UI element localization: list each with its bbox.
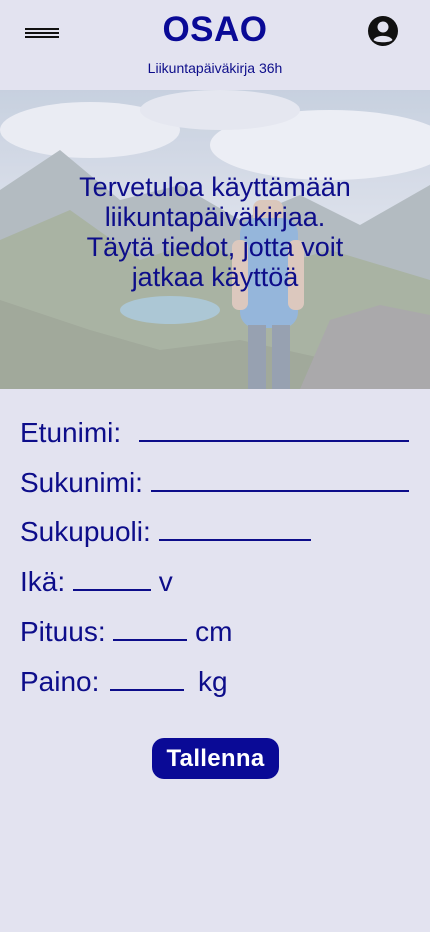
welcome-line: jatkaa käyttöä bbox=[131, 262, 299, 292]
welcome-message: Tervetuloa käyttämään liikuntapäiväkirja… bbox=[0, 172, 430, 292]
height-row: Pituus: cm bbox=[20, 616, 233, 648]
profile-form: Etunimi: Sukunimi: Sukupuoli: Ikä: v Pit… bbox=[0, 389, 430, 932]
hero-banner: Tervetuloa käyttämään liikuntapäiväkirja… bbox=[0, 90, 430, 389]
weight-row: Paino: kg bbox=[20, 666, 228, 698]
age-label: Ikä: bbox=[20, 566, 66, 597]
first-name-row: Etunimi: bbox=[20, 417, 409, 449]
app-header: OSAO Liikuntapäiväkirja 36h bbox=[0, 0, 430, 90]
save-button[interactable]: Tallenna bbox=[152, 738, 279, 779]
first-name-label: Etunimi: bbox=[20, 417, 122, 448]
gender-field[interactable] bbox=[158, 517, 311, 541]
welcome-line: Täytä tiedot, jotta voit bbox=[86, 232, 344, 262]
welcome-line: Tervetuloa käyttämään bbox=[79, 172, 351, 202]
account-circle-icon[interactable] bbox=[367, 15, 399, 47]
last-name-label: Sukunimi: bbox=[20, 467, 143, 498]
first-name-field[interactable] bbox=[138, 418, 409, 442]
gender-label: Sukupuoli: bbox=[20, 516, 151, 547]
last-name-row: Sukunimi: bbox=[20, 467, 409, 499]
last-name-field[interactable] bbox=[150, 468, 409, 492]
height-label: Pituus: bbox=[20, 616, 106, 647]
app-title: OSAO bbox=[162, 10, 268, 49]
welcome-line: liikuntapäiväkirjaa. bbox=[104, 202, 326, 232]
height-unit: cm bbox=[195, 616, 233, 647]
height-field[interactable] bbox=[113, 617, 188, 641]
gender-row: Sukupuoli: bbox=[20, 516, 311, 548]
age-row: Ikä: v bbox=[20, 566, 173, 598]
age-unit: v bbox=[158, 566, 173, 597]
age-field[interactable] bbox=[72, 567, 151, 591]
app-subtitle: Liikuntapäiväkirja 36h bbox=[147, 60, 283, 76]
weight-unit: kg bbox=[197, 666, 228, 697]
weight-field[interactable] bbox=[110, 667, 185, 691]
weight-label: Paino: bbox=[20, 666, 100, 697]
